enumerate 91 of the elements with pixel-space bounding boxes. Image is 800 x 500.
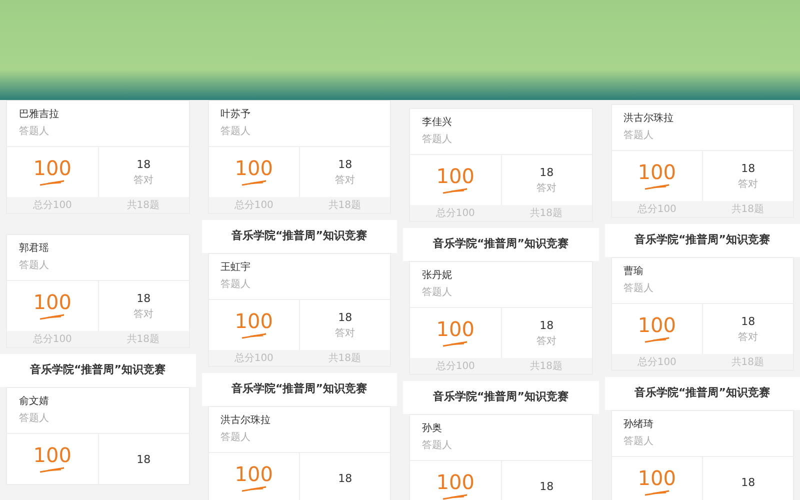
- question-count-label: 共18题: [327, 352, 362, 366]
- participant-name: 巴雅吉拉: [19, 108, 60, 121]
- score-value: 100: [234, 311, 273, 331]
- role-label: 答题人: [19, 125, 50, 138]
- correct-count: 18: [741, 476, 756, 488]
- correct-label: 答对: [536, 334, 557, 348]
- role-label: 答题人: [19, 259, 50, 272]
- quiz-title: 音乐学院“推普周”知识竞赛: [202, 220, 397, 253]
- correct-count: 18: [136, 452, 151, 466]
- question-count-label: 共18题: [528, 206, 564, 221]
- swoosh-icon: [442, 494, 468, 500]
- role-label: 答题人: [422, 133, 453, 146]
- correct-label: 答对: [738, 330, 758, 344]
- role-label: 答题人: [624, 282, 654, 295]
- total-score-label: 总分100: [233, 198, 274, 213]
- correct-label: 答对: [335, 174, 356, 186]
- swoosh-icon: [442, 341, 468, 347]
- swoosh-icon: [39, 314, 66, 320]
- role-label: 答题人: [19, 412, 50, 425]
- role-label: 答题人: [422, 439, 453, 452]
- participant-name: 郭君瑶: [19, 242, 50, 255]
- role-label: 答题人: [220, 278, 252, 291]
- score-value: 100: [234, 158, 273, 178]
- question-count-label: 共18题: [730, 356, 765, 370]
- score-value: 100: [33, 158, 72, 178]
- quiz-title: 音乐学院“推普周”知识竞赛: [403, 381, 598, 414]
- score-value: 100: [638, 162, 676, 182]
- quiz-title: 音乐学院“推普周”知识竞赛: [202, 373, 397, 406]
- swoosh-icon: [644, 337, 670, 343]
- participant-name: 洪古尔珠拉: [624, 112, 674, 125]
- correct-count: 18: [540, 318, 554, 332]
- score-value: 100: [33, 445, 72, 465]
- score-value: 100: [234, 464, 273, 484]
- role-label: 答题人: [624, 435, 654, 448]
- role-label: 答题人: [422, 286, 453, 299]
- total-score-label: 总分100: [32, 332, 73, 347]
- score-value: 100: [33, 292, 72, 312]
- role-label: 答题人: [220, 125, 252, 138]
- role-label: 答题人: [624, 129, 654, 142]
- swoosh-icon: [644, 490, 670, 496]
- score-value: 100: [436, 319, 474, 339]
- swoosh-icon: [240, 333, 267, 339]
- correct-count: 18: [136, 292, 151, 304]
- swoosh-icon: [39, 180, 66, 186]
- correct-count: 18: [540, 480, 554, 492]
- participant-name: 曹瑜: [624, 264, 644, 278]
- question-count-label: 共18题: [126, 198, 160, 213]
- swoosh-icon: [240, 180, 267, 186]
- correct-label: 答对: [134, 308, 154, 320]
- participant-name: 叶苏予: [220, 108, 252, 121]
- score-value: 100: [638, 468, 676, 488]
- participant-name: 王虹宇: [220, 260, 252, 274]
- total-score-label: 总分100: [32, 198, 73, 213]
- question-count-label: 共18题: [327, 198, 362, 213]
- question-count-label: 共18题: [126, 332, 160, 347]
- swoosh-icon: [442, 188, 468, 194]
- score-value: 100: [436, 472, 474, 492]
- correct-count: 18: [741, 314, 756, 328]
- participant-name: 洪古尔珠拉: [220, 414, 272, 427]
- correct-label: 答对: [335, 326, 356, 340]
- quiz-title: 音乐学院“推普周”知识竞赛: [403, 228, 598, 261]
- total-score-label: 总分100: [434, 206, 476, 221]
- quiz-title: 音乐学院“推普周”知识竞赛: [0, 354, 196, 387]
- total-score-label: 总分100: [636, 202, 678, 217]
- swoosh-icon: [39, 467, 66, 473]
- correct-count: 18: [338, 158, 352, 170]
- correct-count: 18: [741, 162, 756, 174]
- swoosh-icon: [644, 184, 670, 190]
- correct-label: 答对: [738, 178, 758, 190]
- correct-count: 18: [338, 310, 352, 324]
- correct-label: 答对: [134, 174, 154, 186]
- question-count-label: 共18题: [528, 360, 564, 374]
- participant-name: 张丹妮: [422, 268, 453, 282]
- swoosh-icon: [240, 486, 267, 492]
- correct-count: 18: [540, 166, 554, 178]
- participant-name: 孙奥: [422, 422, 443, 435]
- correct-count: 18: [338, 472, 352, 484]
- score-value: 100: [638, 315, 676, 335]
- role-label: 答题人: [220, 431, 252, 444]
- correct-label: 答对: [536, 182, 557, 194]
- question-count-label: 共18题: [730, 202, 765, 217]
- correct-count: 18: [136, 158, 151, 170]
- participant-name: 俞文婧: [19, 394, 50, 408]
- quiz-title: 音乐学院“推普周”知识竞赛: [604, 377, 800, 410]
- quiz-title: 音乐学院“推普周”知识竞赛: [604, 224, 800, 257]
- participant-name: 李佳兴: [422, 116, 453, 129]
- score-value: 100: [436, 166, 474, 186]
- total-score-label: 总分100: [434, 360, 476, 374]
- total-score-label: 总分100: [636, 356, 678, 370]
- total-score-label: 总分100: [233, 352, 274, 366]
- participant-name: 孙绪琦: [624, 418, 654, 431]
